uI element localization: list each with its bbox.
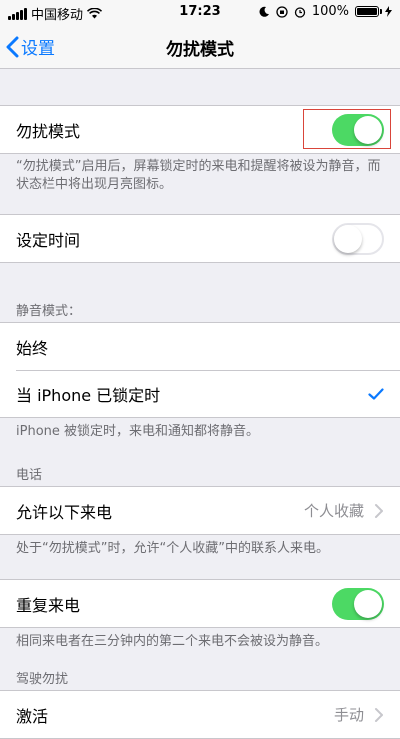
repeat-calls-toggle[interactable] bbox=[332, 587, 384, 620]
battery-icon bbox=[355, 6, 382, 17]
silence-header: 静音模式： bbox=[16, 304, 82, 319]
silence-locked-row[interactable]: 当 iPhone 已锁定时 bbox=[0, 370, 400, 417]
chevron-right-icon bbox=[375, 707, 383, 722]
scheduled-label: 设定时间 bbox=[16, 230, 81, 250]
dnd-footnote: “勿扰模式”启用后，屏幕锁定时的来电和提醒将被设为静音，而状态栏中将出现月亮图标… bbox=[16, 159, 381, 192]
silence-footnote: iPhone 被锁定时，来电和通知都将静音。 bbox=[16, 424, 260, 439]
battery-percent: 100% bbox=[311, 4, 349, 19]
silence-always-row[interactable]: 始终 bbox=[0, 323, 400, 370]
allow-calls-footnote: 处于“勿扰模式”时，允许“个人收藏”中的联系人来电。 bbox=[16, 541, 329, 556]
dnd-label: 勿扰模式 bbox=[16, 121, 81, 141]
silence-group: 始终 当 iPhone 已锁定时 bbox=[0, 322, 400, 418]
chevron-right-icon bbox=[375, 503, 383, 518]
alarm-icon bbox=[294, 6, 305, 18]
orientation-lock-icon bbox=[276, 5, 288, 18]
scheduled-row: 设定时间 bbox=[0, 215, 400, 262]
highlight-box bbox=[303, 109, 391, 149]
navigation-bar: 设置 勿扰模式 bbox=[0, 24, 400, 69]
charging-icon bbox=[385, 6, 392, 17]
phone-header: 电话 bbox=[16, 468, 43, 483]
page-title: 勿扰模式 bbox=[166, 40, 234, 60]
phone-allow-group: 允许以下来电 个人收藏 bbox=[0, 486, 400, 535]
status-right: 100% bbox=[259, 4, 392, 19]
scheduled-group: 设定时间 bbox=[0, 214, 400, 263]
activate-value: 手动 bbox=[333, 706, 364, 724]
allow-calls-value: 个人收藏 bbox=[303, 502, 364, 520]
activate-row[interactable]: 激活 手动 bbox=[0, 691, 400, 738]
driving-header: 驾驶勿扰 bbox=[16, 672, 69, 687]
silence-locked-label: 当 iPhone 已锁定时 bbox=[16, 385, 161, 405]
repeat-calls-row: 重复来电 bbox=[0, 580, 400, 627]
silence-always-label: 始终 bbox=[16, 338, 49, 358]
checkmark-icon bbox=[368, 387, 384, 400]
allow-calls-row[interactable]: 允许以下来电 个人收藏 bbox=[0, 487, 400, 534]
repeat-calls-footnote: 相同来电者在三分钟内的第二个来电不会被设为静音。 bbox=[16, 634, 329, 649]
repeat-group: 重复来电 bbox=[0, 579, 400, 628]
moon-icon bbox=[259, 6, 269, 17]
repeat-calls-label: 重复来电 bbox=[16, 595, 81, 615]
allow-calls-label: 允许以下来电 bbox=[16, 502, 113, 522]
scheduled-toggle[interactable] bbox=[332, 222, 384, 255]
driving-group: 激活 手动 bbox=[0, 690, 400, 739]
status-bar: 中国移动 17:23 100% bbox=[0, 0, 400, 24]
activate-label: 激活 bbox=[16, 706, 49, 726]
